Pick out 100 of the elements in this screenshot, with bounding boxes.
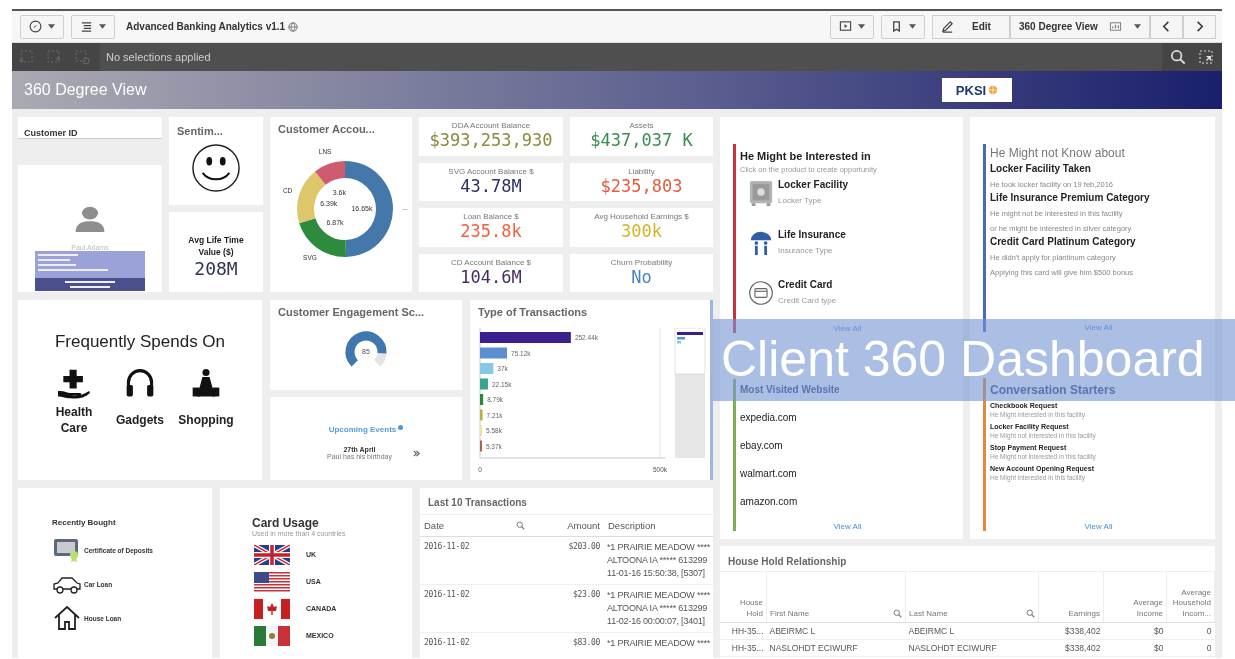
table-cell: NASLOHDT ECIWURF xyxy=(766,639,906,657)
previous-sheet-button[interactable] xyxy=(1150,14,1183,39)
table-cell: $203.00 xyxy=(529,536,604,585)
table-cell: 0 xyxy=(1166,639,1215,657)
website-item: amazon.com xyxy=(740,496,799,507)
flag-icon xyxy=(254,598,290,619)
section-title: Conversation Starters xyxy=(990,383,1117,398)
navigation-menu-button[interactable] xyxy=(20,14,64,39)
column-header[interactable]: Earnings xyxy=(1038,571,1104,623)
category-label: Health Care xyxy=(54,404,94,437)
column-header[interactable]: Last Name xyxy=(905,571,1039,623)
credit-card-icon xyxy=(748,279,774,307)
table-cell: ABEIRMC L xyxy=(766,622,906,640)
website-item: expedia.com xyxy=(740,412,798,423)
search-icon[interactable] xyxy=(1026,609,1035,619)
table-cell: *1 PRAIRIE MEADOW **** ALTOONA IA ***** 613299 11-02-16 00:00:07, [3401] xyxy=(604,584,714,633)
kpi-value: $393,253,930 xyxy=(429,130,553,152)
search-icon[interactable] xyxy=(893,609,902,619)
kpi-value: 208M xyxy=(194,257,238,279)
smiley-icon xyxy=(191,143,241,193)
card-title: Sentim... xyxy=(177,124,224,137)
donut-slice[interactable] xyxy=(299,218,346,257)
app-title: Advanced Banking Analytics v1.1 xyxy=(126,21,286,32)
search-icon[interactable] xyxy=(1170,49,1186,65)
safe-icon xyxy=(748,179,774,207)
umbrella-figures-icon xyxy=(748,229,774,257)
card-title: Frequently Spends On xyxy=(54,332,226,352)
table-cell: *1 PRAIRIE MEADOW **** xyxy=(604,632,714,658)
table-cell: 2016-11-02 xyxy=(420,632,529,658)
column-header[interactable]: Date xyxy=(420,514,529,537)
section-title: He Might be Interested in xyxy=(740,150,872,162)
table-cell: $338,402 xyxy=(1038,639,1104,657)
column-header[interactable]: Amount xyxy=(529,514,604,537)
customer-id-filter[interactable]: Customer ID xyxy=(18,117,162,139)
compass-icon xyxy=(29,20,42,33)
double-chevron-icon[interactable] xyxy=(412,448,421,458)
flag-icon xyxy=(254,625,290,646)
column-header[interactable]: Description xyxy=(604,514,714,537)
category-label: Gadgets xyxy=(116,412,164,429)
table-cell: 2016-11-02 xyxy=(420,536,529,585)
sphere-icon xyxy=(988,85,999,95)
info-icon xyxy=(398,425,404,430)
card-title: Customer Accou... xyxy=(277,122,376,135)
column-header[interactable]: Average Income xyxy=(1103,571,1167,623)
sheet-selector[interactable]: 360 Degree View xyxy=(1010,14,1150,39)
card-title: House Hold Relationship xyxy=(728,556,848,567)
logo-text: PKSI xyxy=(955,82,987,98)
caret-icon xyxy=(909,24,916,29)
table-cell: HH-35... xyxy=(720,622,767,640)
flag-icon xyxy=(254,571,290,592)
sheet-icon xyxy=(1109,20,1123,33)
bookmark-button[interactable] xyxy=(881,14,925,39)
bar[interactable] xyxy=(480,347,508,359)
table-cell: $83.00 xyxy=(529,632,604,658)
website-item: ebay.com xyxy=(740,440,784,451)
fact-heading: Credit Card Platinum Category xyxy=(990,236,1137,247)
bar[interactable] xyxy=(480,394,484,405)
kpi-value: No xyxy=(631,266,652,288)
table-cell: HH-35... xyxy=(720,639,767,657)
donut-slice[interactable] xyxy=(315,161,345,185)
table-cell: $0 xyxy=(1103,639,1167,657)
next-sheet-button[interactable] xyxy=(1183,14,1216,39)
column-header[interactable]: House Hold xyxy=(720,571,767,623)
card-title: Customer Engagement Sc... xyxy=(277,305,426,318)
search-icon[interactable] xyxy=(516,521,525,530)
pencil-icon xyxy=(941,20,954,33)
caret-icon xyxy=(99,24,106,29)
flag-icon xyxy=(254,544,290,565)
product-item[interactable]: Credit Card Credit Card type xyxy=(748,279,955,324)
kpi-label: Assets xyxy=(629,121,654,131)
caret-icon xyxy=(48,24,55,29)
kpi-label: Loan Balance $ xyxy=(463,212,519,222)
product-item[interactable]: Locker Facility Locker Type xyxy=(748,179,955,224)
global-menu-button[interactable] xyxy=(71,14,115,39)
sheet-title: 360 Degree View xyxy=(24,81,147,99)
table-cell: $23.00 xyxy=(529,584,604,633)
kpi-label: CD Account Balance $ xyxy=(450,257,531,267)
bookmark-icon xyxy=(890,20,903,33)
house-icon xyxy=(52,605,82,631)
globe-icon xyxy=(288,21,299,32)
kpi-label: DDA Account Balance xyxy=(451,121,531,131)
caption-text: Client 360 Dashboard xyxy=(721,339,1205,379)
edit-button[interactable]: Edit xyxy=(932,14,1010,39)
column-header[interactable]: First Name xyxy=(766,571,906,623)
mini-chart-drawing[interactable] xyxy=(674,328,706,458)
smart-select-icon[interactable] xyxy=(1198,49,1214,65)
category-label: Shopping xyxy=(178,412,234,429)
product-item[interactable]: Life Insurance Insurance Type xyxy=(748,229,955,274)
list-icon xyxy=(80,20,93,33)
section-title: Most Visited Website xyxy=(740,384,841,395)
card-title: Upcoming Events xyxy=(328,425,397,434)
donut-slice[interactable] xyxy=(345,161,393,257)
present-button[interactable] xyxy=(830,14,874,39)
table-cell: 0 xyxy=(1166,622,1215,640)
selections-status: No selections applied xyxy=(106,51,212,63)
view-all-link[interactable]: View All xyxy=(833,522,862,531)
column-header[interactable]: Average Household Incom... xyxy=(1166,571,1215,623)
table-cell: *1 PRAIRIE MEADOW **** ALTOONA IA ***** 613299 11-01-16 15:50:38, [5307] xyxy=(604,536,714,585)
card-title: Last 10 Transactions xyxy=(427,496,528,510)
view-all-link[interactable]: View All xyxy=(1084,522,1113,531)
